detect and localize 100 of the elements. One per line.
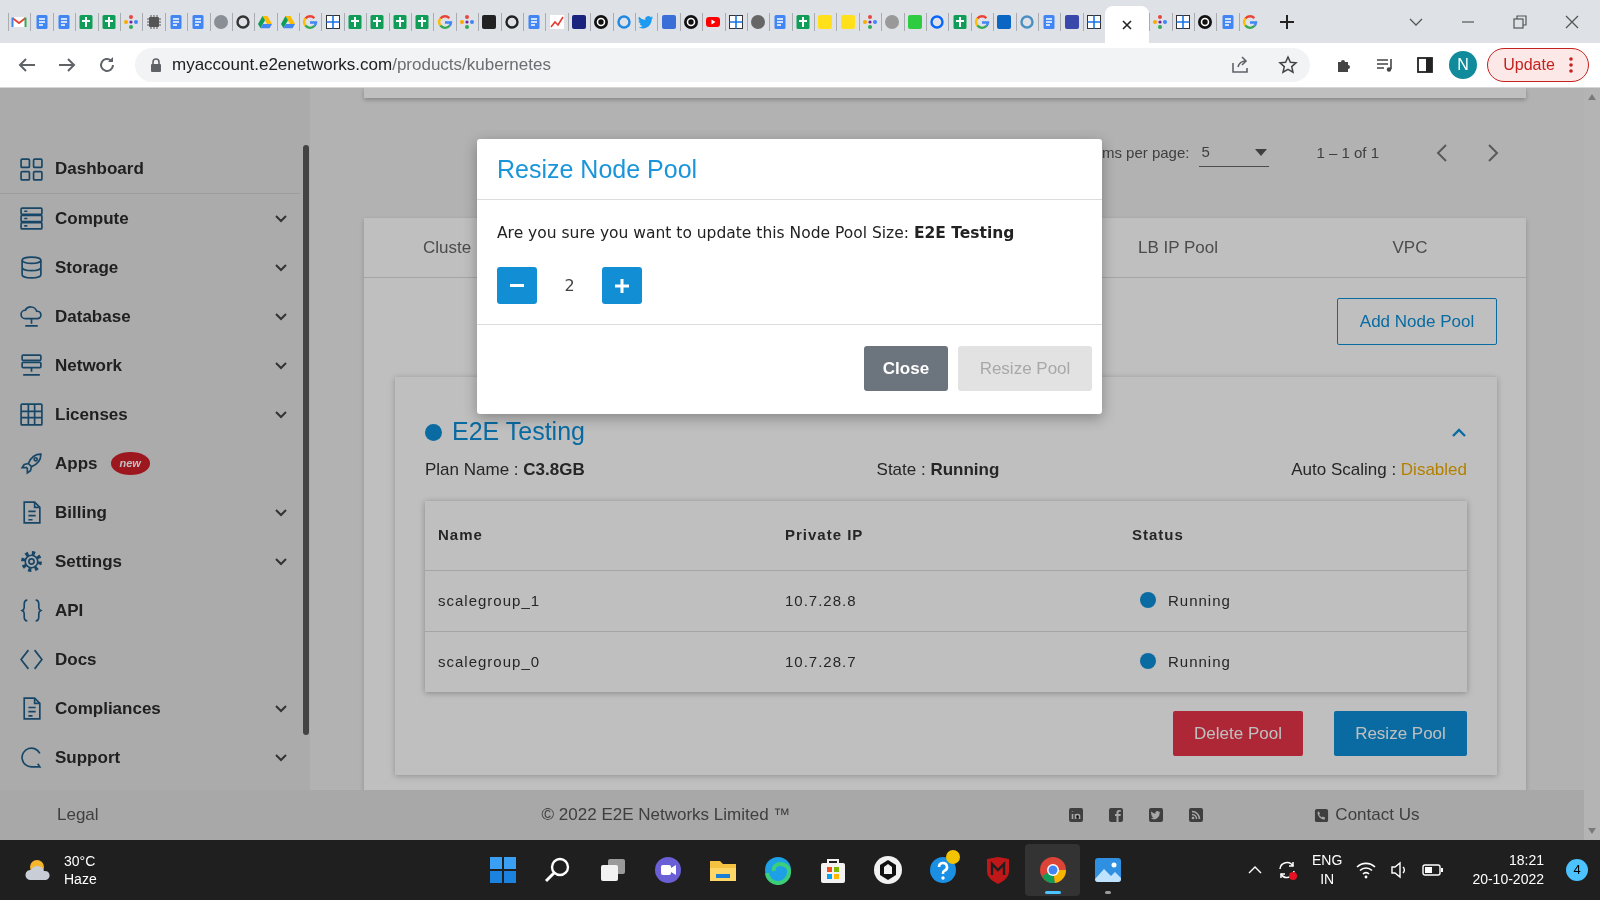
battery-icon[interactable]: [1422, 863, 1445, 877]
sidebar-item[interactable]: Support: [0, 733, 300, 782]
sidebar-item[interactable]: Compliances: [0, 684, 300, 733]
grid-icon: [19, 402, 44, 427]
scroll-up-icon[interactable]: [1588, 94, 1596, 100]
increment-button[interactable]: [602, 267, 642, 305]
sidebar-item[interactable]: Database: [0, 292, 300, 341]
language-text[interactable]: ENG: [1312, 851, 1343, 870]
info-value: Running: [930, 460, 1000, 479]
sidebar-item[interactable]: Docs: [0, 635, 300, 684]
profile-avatar[interactable]: N: [1449, 51, 1477, 79]
triangle-icon: [257, 13, 274, 30]
next-page-icon[interactable]: [1486, 143, 1500, 163]
chip-icon: [145, 13, 162, 30]
spreadsheet-icon: [951, 13, 968, 30]
sidebar-item[interactable]: Storage: [0, 243, 300, 292]
document-icon: [55, 13, 72, 30]
restore-icon[interactable]: [1512, 13, 1528, 30]
quantity-field[interactable]: 2: [537, 272, 602, 299]
settings-icon: [19, 549, 44, 574]
sidebar-item[interactable]: Licenses: [0, 390, 300, 439]
sidebar-item[interactable]: Dashboard: [0, 145, 300, 194]
pinwheel-icon: [123, 13, 140, 30]
sidebar-item[interactable]: Network: [0, 341, 300, 390]
grid-diagram-icon: [324, 13, 341, 30]
server-icon: [19, 206, 44, 231]
sidebar-item[interactable]: Apps new: [0, 439, 300, 488]
scrollbar-thumb[interactable]: [303, 145, 309, 735]
document-icon: [1219, 13, 1236, 30]
weather-condition-text: Haze: [64, 870, 97, 889]
url-text: myaccount.e2enetworks.com/products/kubernetes: [172, 54, 551, 77]
star-icon[interactable]: [1278, 55, 1298, 75]
new-badge: new: [110, 452, 150, 475]
legal-link[interactable]: Legal: [57, 802, 99, 828]
minus-icon: [510, 284, 524, 288]
contact-link[interactable]: Contact Us: [1314, 802, 1420, 828]
delete-pool-button[interactable]: Delete Pool: [1173, 711, 1303, 756]
scroll-down-icon[interactable]: [1588, 828, 1596, 834]
previous-page-icon[interactable]: [1435, 143, 1449, 163]
sidebar-item[interactable]: Compute: [0, 194, 300, 243]
linkedin-icon[interactable]: [1068, 807, 1085, 823]
caret-down-icon: [1255, 148, 1268, 157]
sidebar-item[interactable]: Billing: [0, 488, 300, 537]
chevron-up-icon[interactable]: [1248, 865, 1263, 875]
status-dot: [425, 423, 442, 441]
sidebar-item[interactable]: API: [0, 586, 300, 635]
sync-icon[interactable]: [1276, 859, 1299, 881]
photo-icon: [1092, 855, 1123, 885]
clock-time[interactable]: 18:21: [1472, 851, 1544, 870]
spreadsheet-icon: [794, 13, 811, 30]
grid-diagram-icon: [1174, 13, 1191, 30]
facebook-icon[interactable]: [1108, 807, 1125, 823]
clock-date[interactable]: 20-10-2022: [1472, 870, 1544, 889]
running-indicator: [1104, 891, 1111, 894]
side-panel-icon[interactable]: [1415, 55, 1435, 75]
tab[interactable]: Cluste: [364, 234, 472, 261]
page-size-select[interactable]: 5: [1199, 139, 1270, 167]
disc-icon: [593, 13, 610, 30]
taskbar-button[interactable]: [1025, 844, 1080, 896]
tab[interactable]: VPC: [1294, 234, 1526, 261]
spreadsheet-icon: [78, 13, 95, 30]
document-icon: [167, 13, 184, 30]
scrollbar[interactable]: [1584, 88, 1600, 840]
table-cell-text: 10.7.28.7: [785, 651, 858, 672]
new-tab-icon[interactable]: [1279, 13, 1296, 30]
disc-icon: [682, 13, 699, 30]
info-label: Plan Name :: [425, 460, 520, 479]
chat-icon: [652, 855, 683, 885]
reload-icon[interactable]: [97, 55, 117, 75]
info-value: C3.8GB: [523, 460, 585, 479]
close-button[interactable]: Close: [864, 346, 948, 391]
bird-icon[interactable]: [1148, 807, 1165, 823]
wifi-icon[interactable]: [1356, 861, 1377, 879]
page-range-text: 1 – 1 of 1: [1316, 142, 1379, 163]
spreadsheet-icon: [414, 13, 431, 30]
lock-icon: [150, 58, 162, 72]
speech-bubble-icon: [19, 745, 44, 770]
region-text[interactable]: IN: [1312, 870, 1343, 889]
notification-badge[interactable]: 4: [1566, 859, 1588, 881]
temperature-text: 30°C: [64, 851, 97, 870]
dialog-message: Are you sure you want to update this Node Pool Size: E2E Testing: [497, 223, 1016, 244]
column-header: Name: [438, 525, 484, 546]
chart-icon: [548, 13, 565, 30]
triangle-icon: [279, 13, 296, 30]
spreadsheet-icon: [100, 13, 117, 30]
cloud-icon: [19, 304, 44, 329]
swirl-icon: [762, 855, 793, 885]
address-bar[interactable]: myaccount.e2enetworks.com/products/kubernetes: [135, 48, 1310, 82]
table-cell: Running: [1168, 591, 1231, 609]
bird-icon: [638, 13, 655, 30]
document-icon: [1041, 13, 1058, 30]
close-icon[interactable]: [1120, 17, 1135, 32]
tab[interactable]: LB IP Pool: [1062, 234, 1294, 261]
rss-icon[interactable]: [1188, 807, 1205, 823]
disc-icon: [1197, 13, 1214, 30]
decrement-button[interactable]: [497, 267, 537, 305]
share-icon[interactable]: [1230, 55, 1250, 75]
info-label: Auto Scaling :: [1291, 460, 1398, 479]
sidebar-item[interactable]: Settings: [0, 537, 300, 586]
update-button[interactable]: Update: [1487, 48, 1589, 82]
